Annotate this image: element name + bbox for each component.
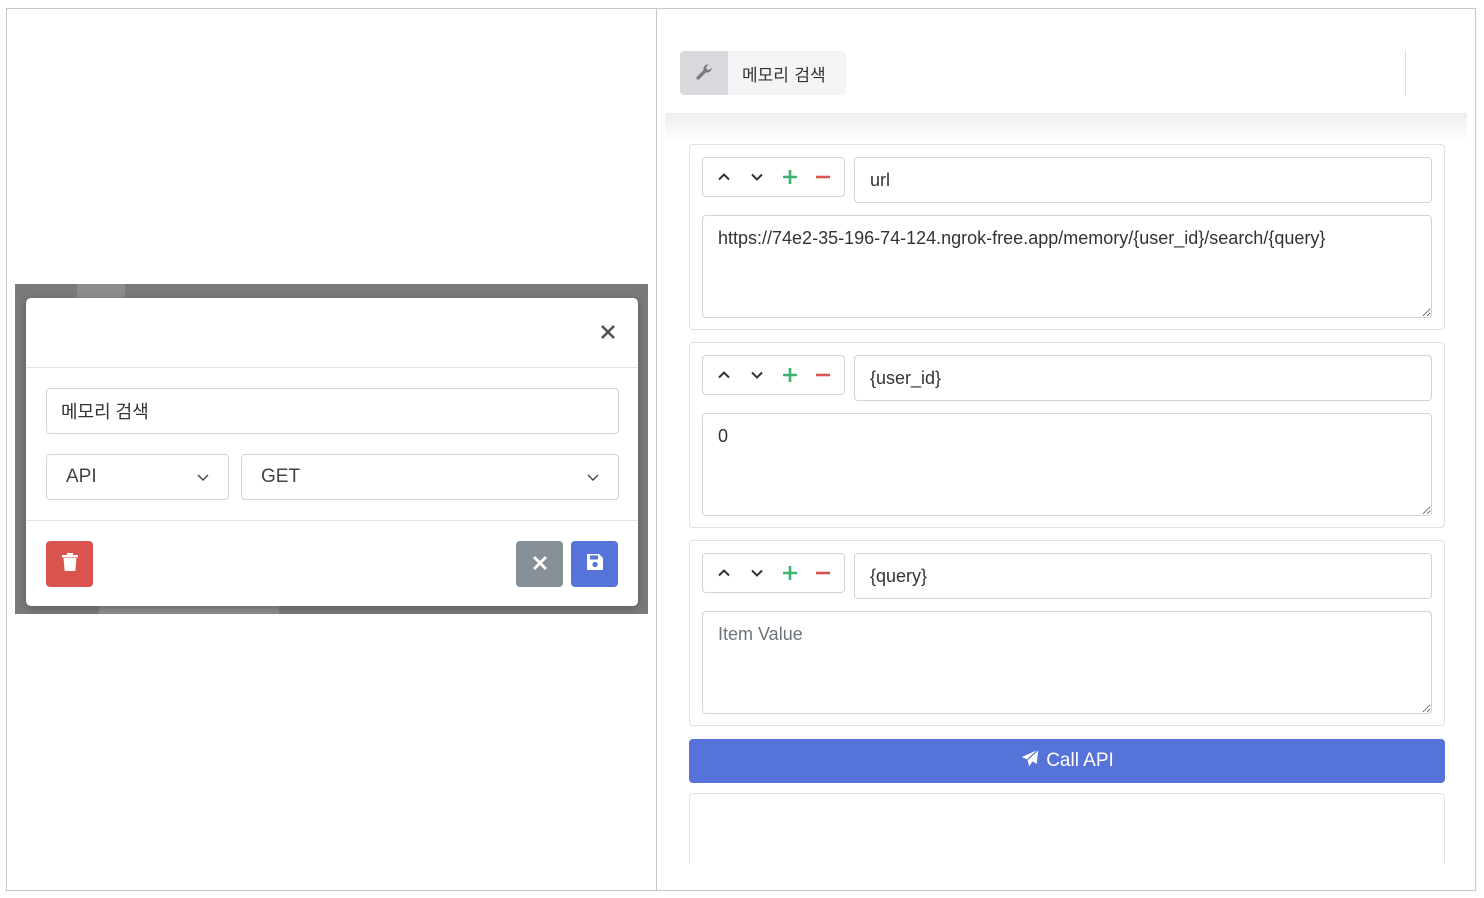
move-down-icon[interactable] <box>745 561 769 585</box>
call-api-button[interactable]: Call API <box>689 739 1445 783</box>
panel-divider <box>656 8 657 891</box>
move-up-icon[interactable] <box>712 363 736 387</box>
param-name-input[interactable] <box>854 553 1432 599</box>
delete-button[interactable] <box>46 541 93 587</box>
param-card-query <box>689 540 1445 726</box>
tool-name-input[interactable] <box>46 388 619 434</box>
wrench-icon <box>680 51 728 95</box>
param-card-user-id: 0 <box>689 342 1445 528</box>
header-separator <box>1405 50 1406 96</box>
param-value-input[interactable]: https://74e2-35-196-74-124.ngrok-free.ap… <box>702 215 1432 318</box>
type-select-value: API <box>66 466 97 487</box>
param-controls <box>702 355 845 395</box>
tool-chip-label: 메모리 검색 <box>742 65 826 86</box>
api-result-box <box>689 793 1445 863</box>
remove-icon[interactable] <box>811 165 835 189</box>
method-select[interactable]: GET <box>241 454 619 500</box>
call-api-label: Call API <box>1046 750 1114 771</box>
chevron-down-icon <box>197 466 209 488</box>
floppy-disk-icon <box>586 553 604 575</box>
add-icon[interactable] <box>778 363 802 387</box>
cancel-button[interactable] <box>516 541 563 587</box>
remove-icon[interactable] <box>811 561 835 585</box>
move-up-icon[interactable] <box>712 561 736 585</box>
paper-plane-icon <box>1020 748 1040 774</box>
add-icon[interactable] <box>778 165 802 189</box>
modal-footer <box>26 520 638 606</box>
trash-icon <box>61 553 78 575</box>
edit-tool-modal: API GET <box>26 298 638 606</box>
move-down-icon[interactable] <box>745 165 769 189</box>
close-icon <box>532 555 547 574</box>
add-icon[interactable] <box>778 561 802 585</box>
param-name-input[interactable] <box>854 157 1432 203</box>
param-card-url: https://74e2-35-196-74-124.ngrok-free.ap… <box>689 144 1445 330</box>
chevron-down-icon <box>587 466 599 488</box>
modal-header <box>26 298 638 368</box>
close-icon[interactable] <box>598 322 618 342</box>
param-value-input[interactable]: 0 <box>702 413 1432 516</box>
param-name-input[interactable] <box>854 355 1432 401</box>
param-controls <box>702 553 845 593</box>
move-up-icon[interactable] <box>712 165 736 189</box>
param-value-input[interactable] <box>702 611 1432 714</box>
move-down-icon[interactable] <box>745 363 769 387</box>
param-controls <box>702 157 845 197</box>
header-shadow <box>665 113 1467 143</box>
type-select[interactable]: API <box>46 454 229 500</box>
method-select-value: GET <box>261 466 301 487</box>
save-button[interactable] <box>571 541 618 587</box>
remove-icon[interactable] <box>811 363 835 387</box>
tool-chip[interactable]: 메모리 검색 <box>680 51 846 95</box>
backdrop-ghost-row <box>99 606 279 614</box>
